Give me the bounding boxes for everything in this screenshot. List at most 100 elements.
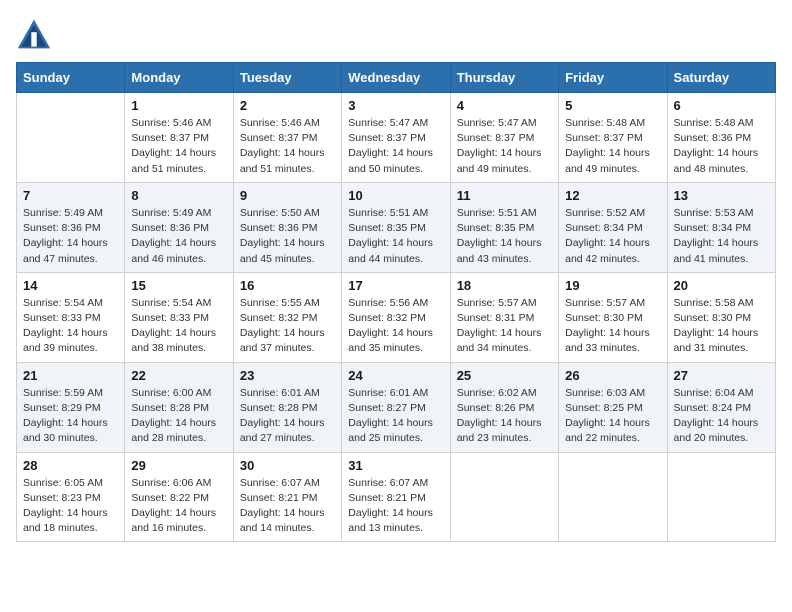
day-cell: 20 Sunrise: 5:58 AMSunset: 8:30 PMDayligh… bbox=[667, 272, 775, 362]
day-info: Sunrise: 5:51 AMSunset: 8:35 PMDaylight:… bbox=[348, 206, 443, 267]
day-info: Sunrise: 5:58 AMSunset: 8:30 PMDaylight:… bbox=[674, 296, 769, 357]
day-info: Sunrise: 5:46 AMSunset: 8:37 PMDaylight:… bbox=[240, 116, 335, 177]
weekday-header-saturday: Saturday bbox=[667, 63, 775, 93]
day-info: Sunrise: 5:56 AMSunset: 8:32 PMDaylight:… bbox=[348, 296, 443, 357]
calendar: SundayMondayTuesdayWednesdayThursdayFrid… bbox=[16, 62, 776, 542]
logo-icon bbox=[16, 16, 52, 52]
day-cell: 22 Sunrise: 6:00 AMSunset: 8:28 PMDayligh… bbox=[125, 362, 233, 452]
day-cell: 19 Sunrise: 5:57 AMSunset: 8:30 PMDayligh… bbox=[559, 272, 667, 362]
weekday-header-thursday: Thursday bbox=[450, 63, 558, 93]
day-info: Sunrise: 5:47 AMSunset: 8:37 PMDaylight:… bbox=[348, 116, 443, 177]
day-info: Sunrise: 5:46 AMSunset: 8:37 PMDaylight:… bbox=[131, 116, 226, 177]
day-number: 6 bbox=[674, 98, 769, 113]
day-cell: 3 Sunrise: 5:47 AMSunset: 8:37 PMDaylight… bbox=[342, 93, 450, 183]
day-cell: 5 Sunrise: 5:48 AMSunset: 8:37 PMDaylight… bbox=[559, 93, 667, 183]
day-cell: 7Sunrise: 5:49 AMSunset: 8:36 PMDaylight… bbox=[17, 182, 125, 272]
weekday-header-sunday: Sunday bbox=[17, 63, 125, 93]
day-number: 29 bbox=[131, 458, 226, 473]
day-cell bbox=[559, 452, 667, 542]
weekday-header-friday: Friday bbox=[559, 63, 667, 93]
header bbox=[16, 16, 776, 52]
day-cell: 28 Sunrise: 6:05 AMSunset: 8:23 PMDayligh… bbox=[17, 452, 125, 542]
day-info: Sunrise: 6:02 AMSunset: 8:26 PMDaylight:… bbox=[457, 386, 552, 447]
day-info: Sunrise: 6:04 AMSunset: 8:24 PMDaylight:… bbox=[674, 386, 769, 447]
day-number: 18 bbox=[457, 278, 552, 293]
day-cell: 17Sunrise: 5:56 AMSunset: 8:32 PMDayligh… bbox=[342, 272, 450, 362]
day-number: 19 bbox=[565, 278, 660, 293]
day-cell: 24 Sunrise: 6:01 AMSunset: 8:27 PMDayligh… bbox=[342, 362, 450, 452]
day-info: Sunrise: 6:00 AMSunset: 8:28 PMDaylight:… bbox=[131, 386, 226, 447]
day-info: Sunrise: 5:54 AMSunset: 8:33 PMDaylight:… bbox=[23, 296, 118, 357]
logo bbox=[16, 16, 56, 52]
day-cell: 6 Sunrise: 5:48 AMSunset: 8:36 PMDaylight… bbox=[667, 93, 775, 183]
day-number: 7 bbox=[23, 188, 118, 203]
week-row-3: 14 Sunrise: 5:54 AMSunset: 8:33 PMDayligh… bbox=[17, 272, 776, 362]
day-cell: 2 Sunrise: 5:46 AMSunset: 8:37 PMDaylight… bbox=[233, 93, 341, 183]
week-row-4: 21 Sunrise: 5:59 AMSunset: 8:29 PMDayligh… bbox=[17, 362, 776, 452]
day-info: Sunrise: 5:54 AMSunset: 8:33 PMDaylight:… bbox=[131, 296, 226, 357]
day-info: Sunrise: 6:07 AMSunset: 8:21 PMDaylight:… bbox=[240, 476, 335, 537]
day-cell bbox=[17, 93, 125, 183]
day-number: 4 bbox=[457, 98, 552, 113]
day-number: 27 bbox=[674, 368, 769, 383]
day-number: 3 bbox=[348, 98, 443, 113]
day-number: 5 bbox=[565, 98, 660, 113]
day-info: Sunrise: 5:48 AMSunset: 8:37 PMDaylight:… bbox=[565, 116, 660, 177]
day-cell: 10 Sunrise: 5:51 AMSunset: 8:35 PMDayligh… bbox=[342, 182, 450, 272]
day-info: Sunrise: 5:48 AMSunset: 8:36 PMDaylight:… bbox=[674, 116, 769, 177]
day-number: 15 bbox=[131, 278, 226, 293]
day-cell: 23 Sunrise: 6:01 AMSunset: 8:28 PMDayligh… bbox=[233, 362, 341, 452]
day-number: 31 bbox=[348, 458, 443, 473]
day-number: 10 bbox=[348, 188, 443, 203]
day-cell: 9Sunrise: 5:50 AMSunset: 8:36 PMDaylight… bbox=[233, 182, 341, 272]
day-cell: 21 Sunrise: 5:59 AMSunset: 8:29 PMDayligh… bbox=[17, 362, 125, 452]
day-number: 13 bbox=[674, 188, 769, 203]
day-cell: 25 Sunrise: 6:02 AMSunset: 8:26 PMDayligh… bbox=[450, 362, 558, 452]
weekday-header-row: SundayMondayTuesdayWednesdayThursdayFrid… bbox=[17, 63, 776, 93]
day-number: 30 bbox=[240, 458, 335, 473]
day-number: 22 bbox=[131, 368, 226, 383]
day-info: Sunrise: 5:52 AMSunset: 8:34 PMDaylight:… bbox=[565, 206, 660, 267]
day-number: 16 bbox=[240, 278, 335, 293]
day-number: 12 bbox=[565, 188, 660, 203]
day-cell: 26Sunrise: 6:03 AMSunset: 8:25 PMDayligh… bbox=[559, 362, 667, 452]
day-cell: 14 Sunrise: 5:54 AMSunset: 8:33 PMDayligh… bbox=[17, 272, 125, 362]
day-info: Sunrise: 6:01 AMSunset: 8:28 PMDaylight:… bbox=[240, 386, 335, 447]
day-info: Sunrise: 5:51 AMSunset: 8:35 PMDaylight:… bbox=[457, 206, 552, 267]
day-info: Sunrise: 5:57 AMSunset: 8:31 PMDaylight:… bbox=[457, 296, 552, 357]
weekday-header-wednesday: Wednesday bbox=[342, 63, 450, 93]
day-info: Sunrise: 6:01 AMSunset: 8:27 PMDaylight:… bbox=[348, 386, 443, 447]
day-number: 24 bbox=[348, 368, 443, 383]
day-cell: 13 Sunrise: 5:53 AMSunset: 8:34 PMDayligh… bbox=[667, 182, 775, 272]
day-number: 20 bbox=[674, 278, 769, 293]
day-info: Sunrise: 5:57 AMSunset: 8:30 PMDaylight:… bbox=[565, 296, 660, 357]
day-cell: 4 Sunrise: 5:47 AMSunset: 8:37 PMDaylight… bbox=[450, 93, 558, 183]
week-row-1: 1Sunrise: 5:46 AMSunset: 8:37 PMDaylight… bbox=[17, 93, 776, 183]
day-number: 26 bbox=[565, 368, 660, 383]
day-number: 2 bbox=[240, 98, 335, 113]
day-cell: 31Sunrise: 6:07 AMSunset: 8:21 PMDayligh… bbox=[342, 452, 450, 542]
day-info: Sunrise: 6:05 AMSunset: 8:23 PMDaylight:… bbox=[23, 476, 118, 537]
day-info: Sunrise: 5:55 AMSunset: 8:32 PMDaylight:… bbox=[240, 296, 335, 357]
day-info: Sunrise: 5:53 AMSunset: 8:34 PMDaylight:… bbox=[674, 206, 769, 267]
day-cell bbox=[667, 452, 775, 542]
day-info: Sunrise: 5:47 AMSunset: 8:37 PMDaylight:… bbox=[457, 116, 552, 177]
day-cell: 30 Sunrise: 6:07 AMSunset: 8:21 PMDayligh… bbox=[233, 452, 341, 542]
day-cell: 16 Sunrise: 5:55 AMSunset: 8:32 PMDayligh… bbox=[233, 272, 341, 362]
day-number: 14 bbox=[23, 278, 118, 293]
day-cell: 18 Sunrise: 5:57 AMSunset: 8:31 PMDayligh… bbox=[450, 272, 558, 362]
day-number: 21 bbox=[23, 368, 118, 383]
day-number: 9 bbox=[240, 188, 335, 203]
day-number: 23 bbox=[240, 368, 335, 383]
weekday-header-tuesday: Tuesday bbox=[233, 63, 341, 93]
week-row-2: 7Sunrise: 5:49 AMSunset: 8:36 PMDaylight… bbox=[17, 182, 776, 272]
day-number: 28 bbox=[23, 458, 118, 473]
day-cell: 27 Sunrise: 6:04 AMSunset: 8:24 PMDayligh… bbox=[667, 362, 775, 452]
day-cell: 1Sunrise: 5:46 AMSunset: 8:37 PMDaylight… bbox=[125, 93, 233, 183]
day-number: 25 bbox=[457, 368, 552, 383]
day-cell: 29 Sunrise: 6:06 AMSunset: 8:22 PMDayligh… bbox=[125, 452, 233, 542]
day-cell bbox=[450, 452, 558, 542]
day-info: Sunrise: 6:06 AMSunset: 8:22 PMDaylight:… bbox=[131, 476, 226, 537]
day-info: Sunrise: 5:59 AMSunset: 8:29 PMDaylight:… bbox=[23, 386, 118, 447]
day-number: 8 bbox=[131, 188, 226, 203]
